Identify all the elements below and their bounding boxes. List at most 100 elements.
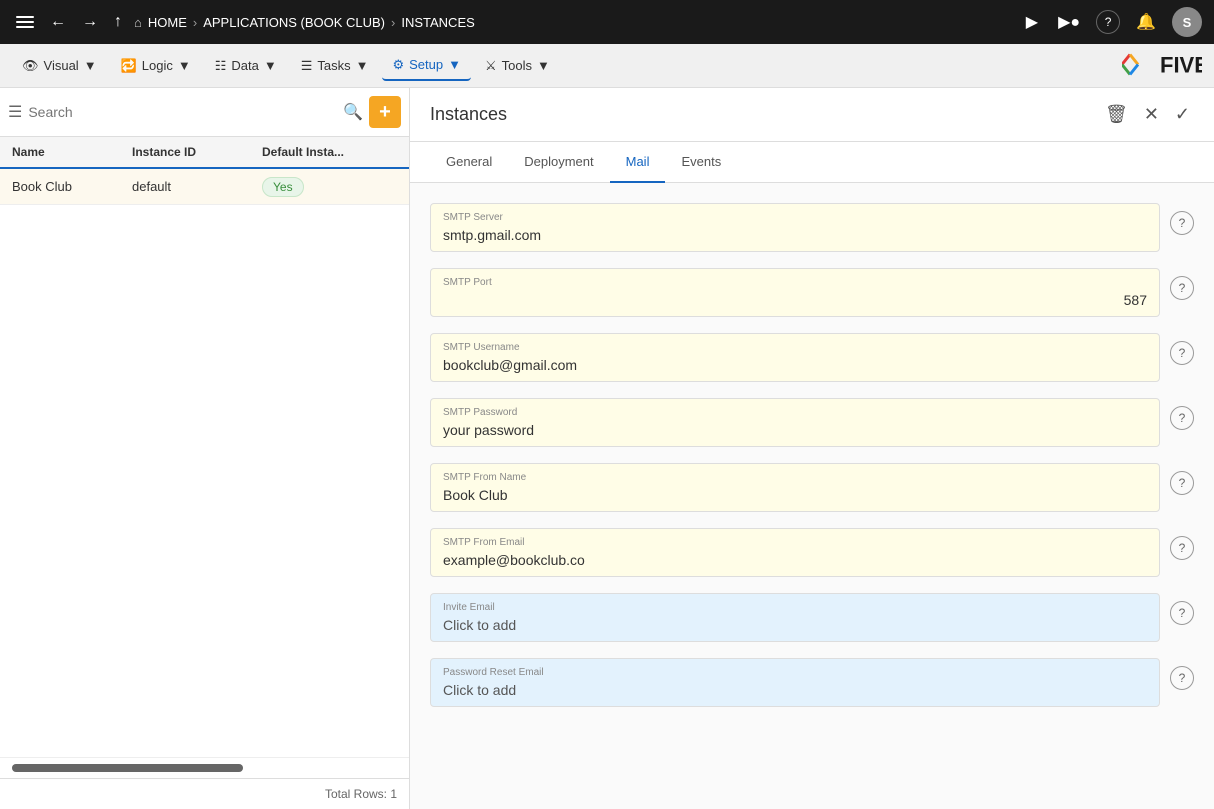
smtp-username-box[interactable]: SMTP Username bookclub@gmail.com <box>430 333 1160 382</box>
help-button[interactable]: ? <box>1096 10 1120 34</box>
main-toolbar: 👁 Visual ▼ 🔁 Logic ▼ ☷ Data ▼ ☰ Tasks ▼ … <box>0 44 1214 88</box>
row-name: Book Club <box>12 179 132 194</box>
hamburger-menu[interactable] <box>12 12 38 32</box>
chevron-down-icon: ▼ <box>84 58 97 73</box>
smtp-from-email-field: SMTP From Email example@bookclub.co <box>430 528 1160 577</box>
right-header: Instances 🗑 ✕ ✓ <box>410 88 1214 142</box>
tools-icon: ⚔ <box>485 58 497 74</box>
close-button[interactable]: ✕ <box>1140 100 1163 129</box>
tab-mail[interactable]: Mail <box>610 142 666 183</box>
form-content: SMTP Server smtp.gmail.com ? SMTP Port 5… <box>410 183 1214 809</box>
column-name: Name <box>12 145 132 159</box>
grid-icon: ☷ <box>215 58 227 74</box>
column-instance-id: Instance ID <box>132 145 262 159</box>
smtp-password-box[interactable]: SMTP Password your password <box>430 398 1160 447</box>
password-reset-email-field: Password Reset Email Click to add <box>430 658 1160 707</box>
eye-icon: 👁 <box>22 58 39 74</box>
password-reset-email-row: Password Reset Email Click to add ? <box>430 658 1194 707</box>
filter-icon[interactable]: ☰ <box>8 102 22 122</box>
add-button[interactable]: + <box>369 96 401 128</box>
home-icon: ⌂ <box>134 15 142 30</box>
smtp-password-help[interactable]: ? <box>1170 406 1194 430</box>
five-logo: FIVE <box>1122 50 1202 81</box>
smtp-from-email-value: example@bookclub.co <box>443 552 1147 568</box>
tab-general[interactable]: General <box>430 142 508 183</box>
smtp-from-name-help[interactable]: ? <box>1170 471 1194 495</box>
invite-email-label: Invite Email <box>443 602 1147 613</box>
smtp-server-box[interactable]: SMTP Server smtp.gmail.com <box>430 203 1160 252</box>
forward-button[interactable]: → <box>78 9 102 35</box>
toolbar-visual[interactable]: 👁 Visual ▼ <box>12 52 107 80</box>
gear-icon: ⚙ <box>392 57 404 73</box>
smtp-from-email-help[interactable]: ? <box>1170 536 1194 560</box>
panel-footer: Total Rows: 1 <box>0 778 409 809</box>
smtp-from-name-value: Book Club <box>443 487 1147 503</box>
tab-events[interactable]: Events <box>665 142 737 183</box>
tabs-bar: General Deployment Mail Events <box>410 142 1214 183</box>
toolbar-data[interactable]: ☷ Data ▼ <box>205 52 287 80</box>
toolbar-setup[interactable]: ⚙ Setup ▼ <box>382 51 471 81</box>
top-right-icons: ▶ ▶● ? 🔔 S <box>1022 7 1202 37</box>
invite-email-row: Invite Email Click to add ? <box>430 593 1194 642</box>
back-button[interactable]: ← <box>46 9 70 35</box>
smtp-username-label: SMTP Username <box>443 342 1147 353</box>
row-instance-id: default <box>132 179 262 194</box>
scrollbar-thumb[interactable] <box>12 764 243 772</box>
logic-icon: 🔁 <box>121 58 137 74</box>
smtp-port-row: SMTP Port 587 ? <box>430 268 1194 317</box>
chevron-down-icon: ▼ <box>537 58 550 73</box>
home-label[interactable]: HOME <box>148 15 187 30</box>
search-icon[interactable]: 🔍 <box>343 102 363 122</box>
save-button[interactable]: ✓ <box>1171 100 1194 129</box>
default-badge: Yes <box>262 177 304 197</box>
table-row[interactable]: Book Club default Yes <box>0 169 409 205</box>
chevron-down-icon: ▼ <box>264 58 277 73</box>
toolbar-logic[interactable]: 🔁 Logic ▼ <box>111 52 201 80</box>
play-button[interactable]: ▶ <box>1022 8 1042 36</box>
password-reset-email-box[interactable]: Password Reset Email Click to add <box>430 658 1160 707</box>
toolbar-tasks[interactable]: ☰ Tasks ▼ <box>291 52 379 80</box>
search-input[interactable] <box>28 104 337 120</box>
invite-email-field: Invite Email Click to add <box>430 593 1160 642</box>
chevron-down-icon: ▼ <box>356 58 369 73</box>
smtp-from-name-label: SMTP From Name <box>443 472 1147 483</box>
record-button[interactable]: ▶● <box>1054 8 1084 36</box>
smtp-username-row: SMTP Username bookclub@gmail.com ? <box>430 333 1194 382</box>
smtp-from-name-field: SMTP From Name Book Club <box>430 463 1160 512</box>
left-panel: ☰ 🔍 + Name Instance ID Default Ins <box>0 88 410 809</box>
invite-email-value: Click to add <box>443 617 1147 633</box>
tab-deployment[interactable]: Deployment <box>508 142 609 183</box>
scrollbar-track <box>12 764 243 772</box>
smtp-port-box[interactable]: SMTP Port 587 <box>430 268 1160 317</box>
panel-title: Instances <box>430 104 507 125</box>
right-panel: Instances 🗑 ✕ ✓ General Deployment Mail … <box>410 88 1214 809</box>
smtp-from-email-row: SMTP From Email example@bookclub.co ? <box>430 528 1194 577</box>
invite-email-box[interactable]: Invite Email Click to add <box>430 593 1160 642</box>
notification-bell[interactable]: 🔔 <box>1132 8 1160 36</box>
smtp-from-name-row: SMTP From Name Book Club ? <box>430 463 1194 512</box>
smtp-server-help[interactable]: ? <box>1170 211 1194 235</box>
smtp-port-help[interactable]: ? <box>1170 276 1194 300</box>
up-button[interactable]: ↑ <box>110 9 126 35</box>
password-reset-email-help[interactable]: ? <box>1170 666 1194 690</box>
toolbar-tools[interactable]: ⚔ Tools ▼ <box>475 52 560 80</box>
search-bar: ☰ 🔍 + <box>0 88 409 137</box>
smtp-from-email-box[interactable]: SMTP From Email example@bookclub.co <box>430 528 1160 577</box>
instances-label[interactable]: INSTANCES <box>401 15 474 30</box>
app-label[interactable]: APPLICATIONS (BOOK CLUB) <box>203 15 385 30</box>
smtp-username-value: bookclub@gmail.com <box>443 357 1147 373</box>
top-navigation: ← → ↑ ⌂ HOME › APPLICATIONS (BOOK CLUB) … <box>0 0 1214 44</box>
invite-email-help[interactable]: ? <box>1170 601 1194 625</box>
smtp-from-name-box[interactable]: SMTP From Name Book Club <box>430 463 1160 512</box>
scrollbar-area[interactable] <box>0 757 409 778</box>
smtp-from-email-label: SMTP From Email <box>443 537 1147 548</box>
table-header: Name Instance ID Default Insta... <box>0 137 409 169</box>
password-reset-email-value: Click to add <box>443 682 1147 698</box>
chevron-down-icon: ▼ <box>178 58 191 73</box>
breadcrumb: ⌂ HOME › APPLICATIONS (BOOK CLUB) › INST… <box>134 15 1014 30</box>
smtp-port-value: 587 <box>443 292 1147 308</box>
delete-button[interactable]: 🗑 <box>1101 100 1132 129</box>
avatar[interactable]: S <box>1172 7 1202 37</box>
smtp-server-row: SMTP Server smtp.gmail.com ? <box>430 203 1194 252</box>
smtp-username-help[interactable]: ? <box>1170 341 1194 365</box>
